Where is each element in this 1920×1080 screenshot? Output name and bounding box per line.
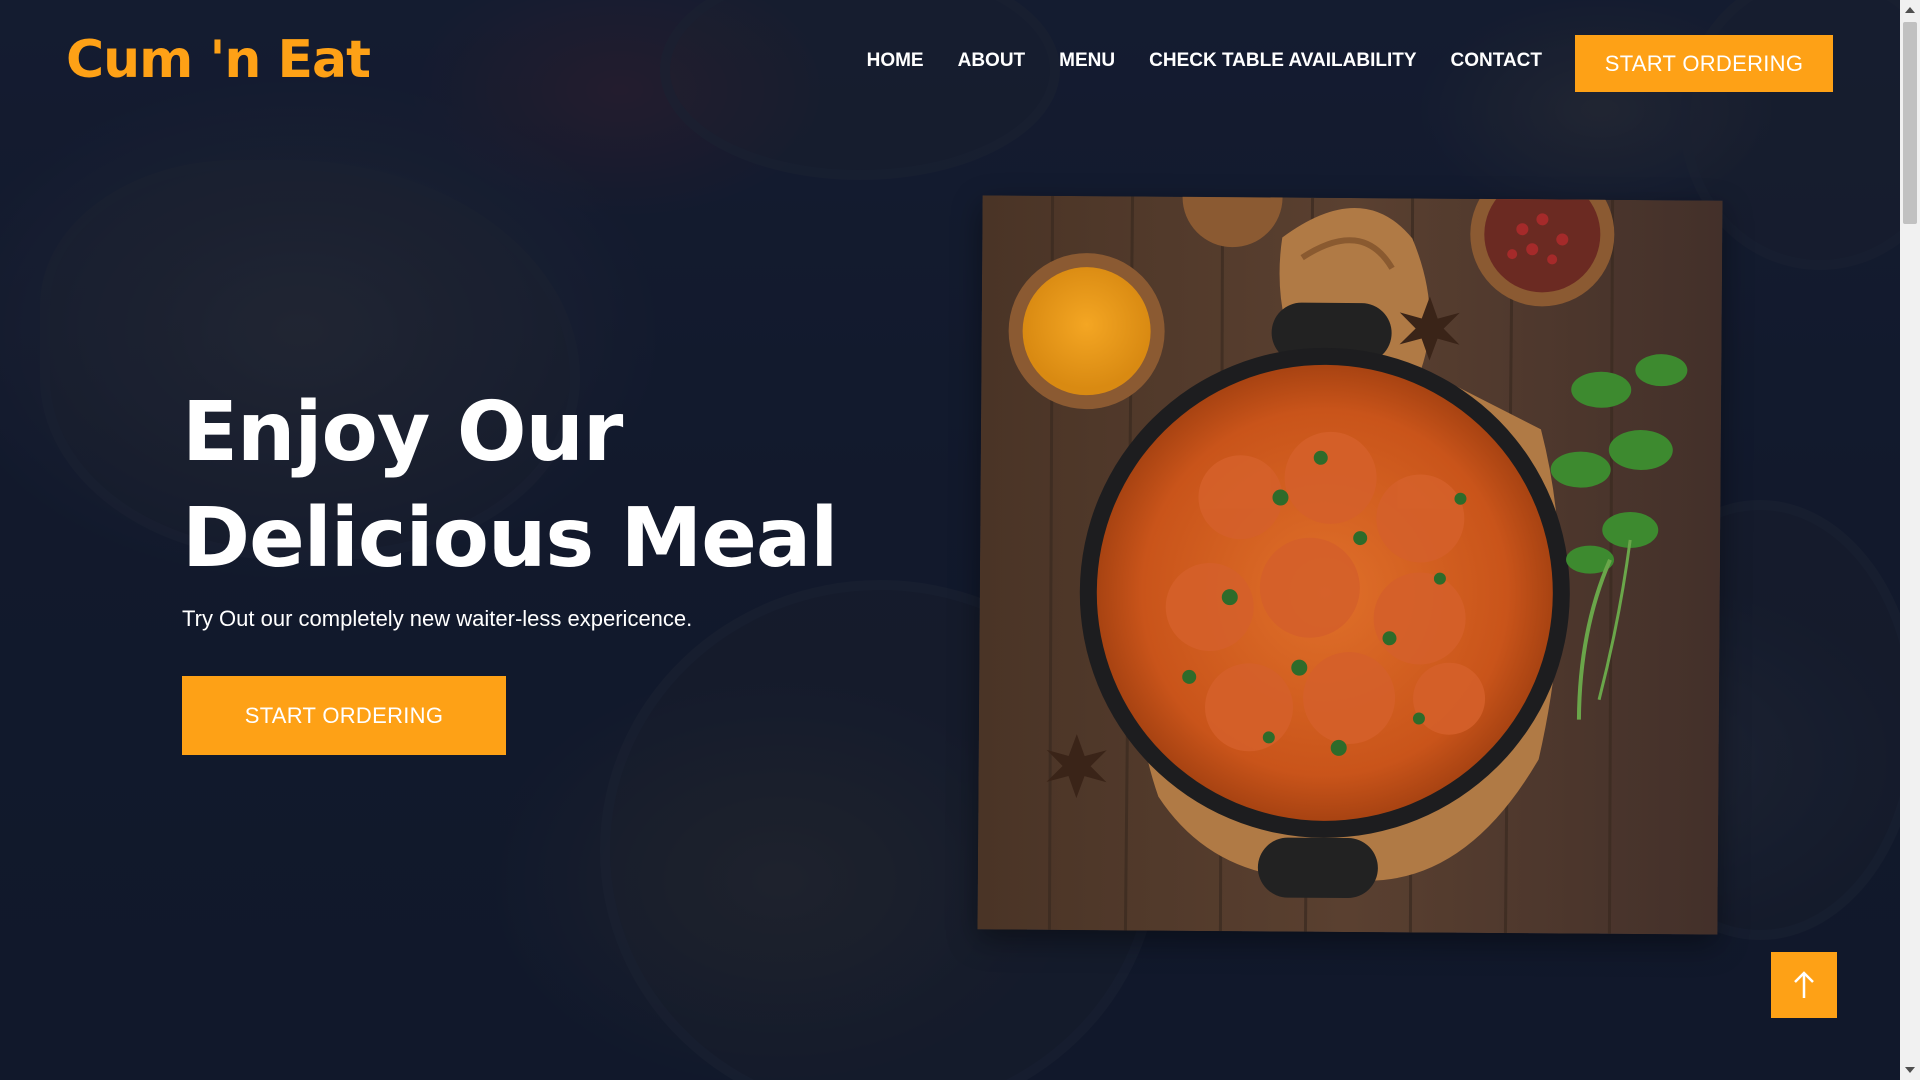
hero-subtitle: Try Out our completely new waiter-less e… bbox=[182, 606, 693, 631]
scroll-up-arrow-icon[interactable] bbox=[1900, 0, 1920, 20]
nav-link-about[interactable]: ABOUT bbox=[958, 50, 1026, 72]
navbar: Cum 'n Eat HOME ABOUT MENU CHECK TABLE A… bbox=[0, 0, 1900, 125]
nav-link-check-table-availability[interactable]: CHECK TABLE AVAILABILITY bbox=[1149, 50, 1416, 72]
nav-link-contact[interactable]: CONTACT bbox=[1451, 50, 1542, 72]
scroll-down-arrow-icon[interactable] bbox=[1900, 1060, 1920, 1080]
vertical-scrollbar[interactable] bbox=[1900, 0, 1920, 1080]
hero-title-line1: Enjoy Our bbox=[182, 385, 623, 480]
start-ordering-nav-button[interactable]: START ORDERING bbox=[1575, 35, 1833, 92]
scrollbar-thumb[interactable] bbox=[1903, 22, 1917, 224]
butter-chicken-photo bbox=[977, 195, 1723, 935]
hero-title: Enjoy Our Delicious Meal bbox=[182, 380, 1002, 592]
brand-logo[interactable]: Cum 'n Eat bbox=[66, 30, 371, 90]
arrow-up-icon bbox=[1794, 971, 1814, 998]
nav-link-home[interactable]: HOME bbox=[867, 50, 924, 72]
hero-title-line2: Delicious Meal bbox=[182, 491, 838, 586]
back-to-top-button[interactable] bbox=[1771, 952, 1837, 1018]
nav-links: HOME ABOUT MENU CHECK TABLE AVAILABILITY… bbox=[833, 50, 1542, 72]
hero-section: Enjoy Our Delicious Meal Try Out our com… bbox=[182, 380, 1002, 755]
nav-link-menu[interactable]: MENU bbox=[1059, 50, 1115, 72]
start-ordering-hero-button[interactable]: START ORDERING bbox=[182, 676, 506, 755]
